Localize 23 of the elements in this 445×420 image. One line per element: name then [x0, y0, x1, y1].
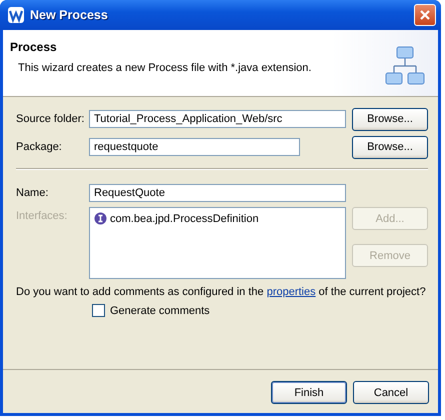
checkbox-label: Generate comments	[110, 304, 210, 316]
field-label: Interfaces:	[16, 209, 68, 222]
field-label: Package:	[16, 141, 63, 153]
field-label: Source folder:	[16, 113, 86, 125]
finish-button[interactable]: Finish	[271, 381, 347, 404]
generate-comments-checkbox[interactable]	[92, 304, 105, 317]
interface-name: com.bea.jpd.ProcessDefinition	[110, 212, 259, 224]
field-label: Name:	[16, 187, 50, 199]
comments-prompt: Do you want to add comments as configured in the properties of the current project?	[16, 286, 427, 298]
properties-link[interactable]: properties	[266, 286, 316, 298]
name-field[interactable]: RequestQuote	[89, 184, 346, 202]
interface-icon	[94, 212, 107, 225]
browse-button[interactable]: Browse...	[352, 136, 428, 158]
close-icon	[419, 9, 431, 21]
close-button[interactable]	[414, 4, 436, 26]
source-folder-field[interactable]: Tutorial_Process_Application_Web/src	[89, 110, 346, 128]
package-field[interactable]: requestquote	[89, 138, 300, 156]
window-title: New Process	[30, 8, 109, 22]
page-description: This wizard creates a new Process file with *.java extension.	[17, 62, 312, 74]
app-icon	[7, 6, 25, 24]
page-title: Process	[10, 40, 58, 54]
cancel-button[interactable]: Cancel	[353, 381, 429, 404]
browse-button[interactable]: Browse...	[352, 108, 428, 130]
